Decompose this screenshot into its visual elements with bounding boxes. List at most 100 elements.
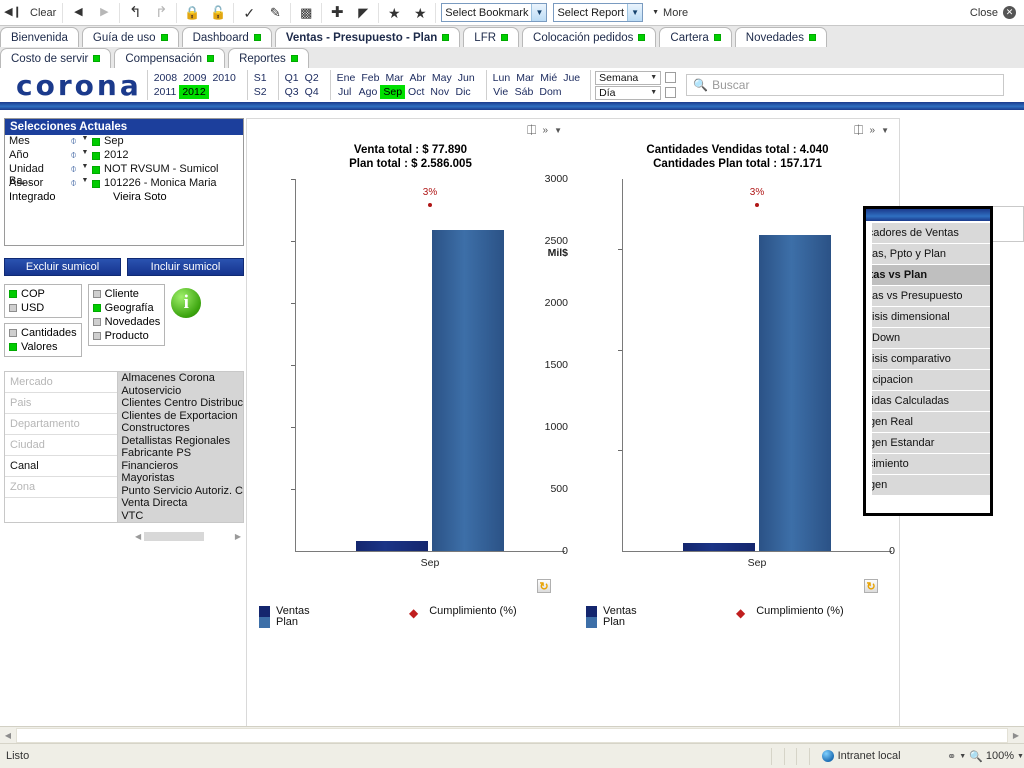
semana-checkbox[interactable] — [665, 72, 676, 83]
semana-dropdown[interactable]: Semana ▼ — [595, 71, 661, 85]
month-sep[interactable]: Sep — [380, 85, 405, 99]
dia-dropdown[interactable]: Día ▼ — [595, 86, 661, 100]
clear-button[interactable]: Clear — [26, 1, 60, 25]
measure-option-valores[interactable]: Valores — [9, 340, 77, 354]
month-nov[interactable]: Nov — [427, 85, 452, 99]
lock-button[interactable]: 🔒 — [179, 1, 205, 25]
tab-ventas-presupuesto-plan[interactable]: Ventas - Presupuesto - Plan — [275, 27, 460, 47]
pencil-flag-button[interactable]: ◤ — [350, 1, 376, 25]
bar-plan[interactable] — [432, 230, 504, 551]
day-jue[interactable]: Jue — [560, 71, 583, 85]
dimension-option-producto[interactable]: Producto — [93, 329, 161, 343]
apply-button[interactable]: ✓ — [236, 1, 262, 25]
back-button[interactable]: ◀ — [65, 1, 91, 25]
redo-button[interactable]: ↱ — [148, 1, 174, 25]
month-abr[interactable]: Abr — [407, 71, 429, 85]
export-to-excel-icon[interactable]: ⎅ — [854, 123, 864, 138]
zoom-control[interactable]: ⚭ ▼ 🔍 100% ▼ — [947, 750, 1024, 763]
report-menu-item-indicadores-de-ventas[interactable]: Indicadores de Ventas — [872, 223, 990, 243]
currency-option-cop[interactable]: COP — [9, 287, 77, 301]
dimension-value-item[interactable]: Constructores — [118, 422, 243, 435]
dimension-option-cliente[interactable]: Cliente — [93, 287, 161, 301]
chart2-refresh-icon[interactable]: ↻ — [864, 579, 878, 593]
unlock-button[interactable]: 🔓 — [205, 1, 231, 25]
chevron-down-icon[interactable]: ▼ — [554, 126, 562, 135]
tab-novedades[interactable]: Novedades — [735, 27, 827, 47]
month-oct[interactable]: Oct — [405, 85, 427, 99]
semester-s2[interactable]: S2 — [251, 85, 270, 99]
include-sumicol-button[interactable]: Incluir sumicol — [127, 258, 244, 276]
tab-costo-de-servir[interactable]: Costo de servir — [0, 48, 111, 68]
year-2009[interactable]: 2009 — [180, 71, 209, 85]
clear-selection-icon[interactable]: ⌽ — [67, 135, 80, 148]
chevron-down-icon[interactable]: ▼ — [80, 135, 90, 142]
day-lun[interactable]: Lun — [490, 71, 514, 85]
month-jul[interactable]: Jul — [334, 85, 356, 99]
dimension-value-item[interactable]: Clientes Centro Distribuc — [118, 397, 243, 410]
report-menu-item-margen-estandar[interactable]: Margen Estandar — [872, 433, 990, 453]
edit-note-button[interactable]: ✎ — [262, 1, 288, 25]
day-dom[interactable]: Dom — [536, 85, 564, 99]
report-menu-item-margen-real[interactable]: Margen Real — [872, 412, 990, 432]
select-bookmark-dropdown[interactable]: Select Bookmark ▼ — [441, 3, 547, 22]
chart-view-button[interactable]: ▩ — [293, 1, 319, 25]
dimension-item-departamento[interactable]: Departamento — [5, 414, 117, 435]
month-mar[interactable]: Mar — [382, 71, 406, 85]
chevron-down-icon[interactable]: ▼ — [1017, 753, 1024, 760]
info-icon[interactable]: i — [171, 288, 201, 318]
cumplimiento-data-point[interactable] — [755, 203, 759, 207]
page-scroll-track[interactable] — [16, 728, 1008, 743]
clear-selection-icon[interactable]: ⌽ — [67, 177, 80, 190]
chevron-down-icon[interactable]: ▼ — [80, 149, 90, 156]
tab-cartera[interactable]: Cartera — [659, 27, 731, 47]
exclude-sumicol-button[interactable]: Excluir sumicol — [4, 258, 121, 276]
search-input[interactable]: 🔍 Buscar — [686, 74, 1004, 96]
remove-bookmark-button[interactable]: ★ — [407, 1, 433, 25]
report-menu-item-ventas-vs-plan[interactable]: Ventas vs Plan — [872, 265, 990, 285]
dimension-value-item[interactable]: Punto Servicio Autoriz. C — [118, 485, 243, 498]
dia-checkbox[interactable] — [665, 87, 676, 98]
chart1-refresh-icon[interactable]: ↻ — [537, 579, 551, 593]
day-sáb[interactable]: Sáb — [512, 85, 537, 99]
expand-icon[interactable]: » — [543, 125, 549, 136]
quarter-q1[interactable]: Q1 — [282, 71, 302, 85]
dimension-value-item[interactable]: Fabricante PS — [118, 447, 243, 460]
dimension-option-novedades[interactable]: Novedades — [93, 315, 161, 329]
dimension-value-item[interactable]: Detallistas Regionales — [118, 435, 243, 448]
report-menu-item-ventas-ppto-y-plan[interactable]: Ventas, Ppto y Plan — [872, 244, 990, 264]
day-vie[interactable]: Vie — [490, 85, 512, 99]
report-menu-item-medidas-calculadas[interactable]: Medidas Calculadas — [872, 391, 990, 411]
tab-bienvenida[interactable]: Bienvenida — [0, 27, 79, 47]
select-report-dropdown[interactable]: Select Report ▼ — [553, 3, 643, 22]
bar-plan[interactable] — [759, 235, 831, 551]
expand-icon[interactable]: » — [870, 125, 876, 136]
semester-s1[interactable]: S1 — [251, 71, 270, 85]
values-horizontal-scrollbar[interactable]: ◀ ▶ — [4, 529, 244, 543]
chevron-down-icon[interactable]: ▼ — [80, 163, 90, 170]
cumplimiento-data-point[interactable] — [428, 203, 432, 207]
add-button[interactable]: ✚ — [324, 1, 350, 25]
tab-compensaci-n[interactable]: Compensación — [114, 48, 225, 68]
back-to-start-button[interactable]: ◀❙ — [0, 1, 26, 25]
dimension-item-mercado[interactable]: Mercado — [5, 372, 117, 393]
measure-option-cantidades[interactable]: Cantidades — [9, 326, 77, 340]
report-menu-item-an-lisis-dimensional[interactable]: Análisis dimensional — [872, 307, 990, 327]
quarter-q4[interactable]: Q4 — [302, 85, 322, 99]
clear-selection-icon[interactable]: ⌽ — [67, 163, 80, 176]
month-feb[interactable]: Feb — [358, 71, 382, 85]
bar-ventas[interactable] — [683, 543, 755, 551]
tab-gu-a-de-uso[interactable]: Guía de uso — [82, 27, 179, 47]
month-ene[interactable]: Ene — [334, 71, 359, 85]
report-menu-item-ventas-vs-presupuesto[interactable]: Ventas vs Presupuesto — [872, 286, 990, 306]
month-jun[interactable]: Jun — [455, 71, 478, 85]
bar-ventas[interactable] — [356, 541, 428, 551]
chevron-down-icon[interactable]: ▼ — [959, 753, 966, 760]
report-menu-item-drill-down[interactable]: Drill Down — [872, 328, 990, 348]
security-zone[interactable]: Intranet local — [822, 750, 947, 762]
year-2010[interactable]: 2010 — [209, 71, 238, 85]
page-scroll-right-icon[interactable]: ▶ — [1008, 728, 1024, 743]
page-horizontal-scrollbar[interactable]: ◀ ▶ — [0, 726, 1024, 743]
more-button[interactable]: ▼ More — [646, 7, 694, 19]
year-2011[interactable]: 2011 — [151, 85, 180, 99]
chevron-down-icon[interactable]: ▼ — [881, 126, 889, 135]
